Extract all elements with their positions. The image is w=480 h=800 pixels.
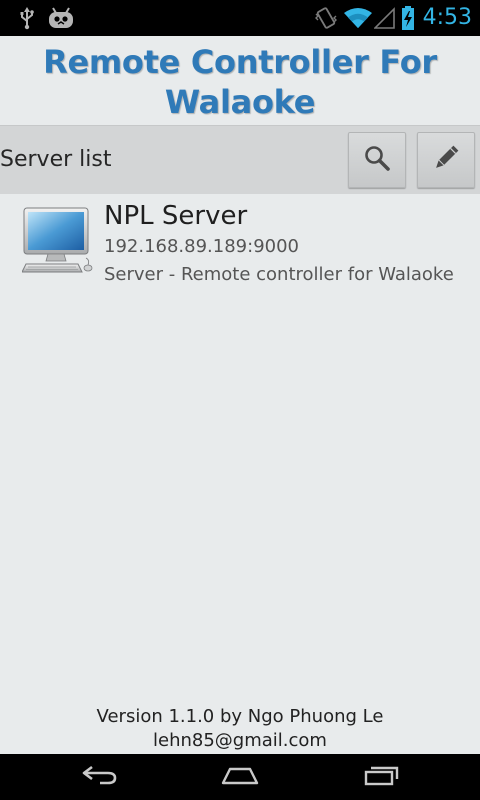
recent-apps-button[interactable] — [342, 754, 422, 800]
server-list-item[interactable]: NPL Server 192.168.89.189:9000 Server - … — [0, 196, 480, 296]
author-email: lehn85@gmail.com — [153, 730, 327, 751]
recents-icon — [362, 763, 402, 791]
status-clock: 4:53 — [422, 5, 472, 30]
toolbar: Server list — [0, 125, 480, 194]
edit-button[interactable] — [417, 132, 475, 188]
app-title: Remote Controller For Walaoke — [43, 43, 437, 121]
back-button[interactable] — [60, 754, 140, 800]
server-list-heading: Server list — [0, 147, 112, 172]
battery-charging-icon — [399, 0, 417, 36]
search-button[interactable] — [348, 132, 406, 188]
signal-icon — [374, 0, 396, 36]
back-icon — [80, 763, 120, 791]
pencil-icon — [431, 143, 461, 177]
server-name: NPL Server — [104, 201, 248, 231]
home-button[interactable] — [200, 754, 280, 800]
version-text: Version 1.1.0 by Ngo Phuong Le — [96, 706, 384, 727]
vibrate-icon — [313, 0, 339, 36]
home-icon — [220, 763, 260, 791]
navigation-bar — [0, 754, 480, 800]
android-debug-icon — [46, 0, 76, 36]
search-icon — [363, 144, 391, 176]
server-address: 192.168.89.189:9000 — [104, 236, 300, 257]
footer: Version 1.1.0 by Ngo Phuong Le lehn85@gm… — [0, 705, 480, 753]
computer-icon — [21, 206, 94, 276]
wifi-icon — [342, 0, 374, 36]
usb-icon — [16, 0, 38, 36]
status-bar: 4:53 — [0, 0, 480, 36]
server-description: Server - Remote controller for Walaoke — [104, 264, 454, 285]
